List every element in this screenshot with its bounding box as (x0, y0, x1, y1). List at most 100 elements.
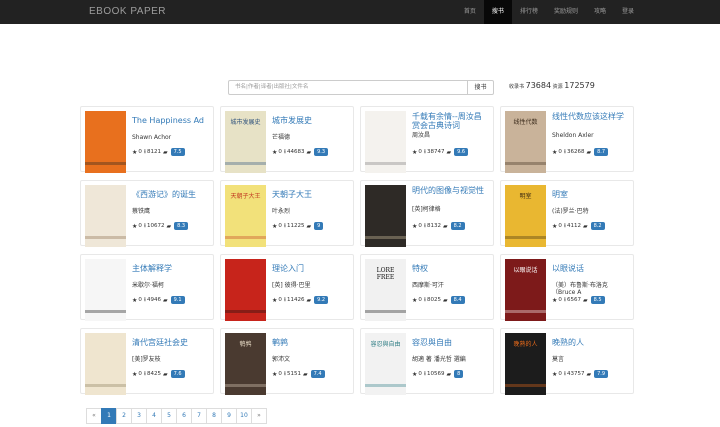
book-cover[interactable]: 线性代数 (505, 111, 546, 173)
book-card[interactable]: 明室 明室 (法)罗兰·巴特 ★ 0 ⭳ 4112 ▰ 8.2 (500, 180, 634, 247)
nav-rankings[interactable]: 排行榜 (512, 0, 546, 24)
book-card[interactable]: 《西游记》的诞生 蔡铁鹰 ★ 0 ⭳ 10672 ▰ 8.3 (80, 180, 214, 247)
pagination-page[interactable]: 6 (176, 408, 192, 424)
book-cover[interactable] (225, 259, 266, 321)
pagination-page[interactable]: 2 (116, 408, 132, 424)
book-cover-stripe (505, 384, 546, 387)
book-title-link[interactable]: 天朝子大王 (272, 190, 349, 199)
book-title-link[interactable]: 主体解释学 (132, 264, 209, 273)
star-icon: ★ (412, 148, 418, 156)
book-cover[interactable] (365, 185, 406, 247)
book-title-link[interactable]: 明代的图像与视觉性 (412, 186, 489, 195)
download-count: 10672 (147, 223, 165, 229)
pagination-page[interactable]: 3 (131, 408, 147, 424)
search-button[interactable]: 搜书 (467, 80, 494, 95)
book-card[interactable]: 主体解释学 米歇尔·福柯 ★ 0 ⭳ 4946 ▰ 9.1 (80, 254, 214, 321)
brand-logo[interactable]: EBOOK PAPER (89, 6, 166, 17)
book-title-link[interactable]: 清代宫廷社会史 (132, 338, 209, 347)
star-icon: ★ (552, 296, 558, 304)
book-card[interactable]: 天朝子大王 天朝子大王 叶永烈 ★ 0 ⭳ 11225 ▰ 9 (220, 180, 354, 247)
book-cover[interactable]: 天朝子大王 (225, 185, 266, 247)
book-card[interactable]: LORE FREE 特权 西摩斯·可汗 ★ 0 ⭳ 8025 ▰ 8.4 (360, 254, 494, 321)
book-cover[interactable]: 容忍與自由 (365, 333, 406, 395)
download-icon: ⭳ (563, 296, 566, 303)
pagination-next[interactable]: » (251, 408, 267, 424)
comment-icon: ▰ (443, 222, 448, 230)
book-title-link[interactable]: 理论入门 (272, 264, 349, 273)
book-title-link[interactable]: 《西游记》的诞生 (132, 190, 209, 199)
book-card[interactable]: 容忍與自由 容忍與自由 胡適 著 潘光哲 選編 ★ 0 ⭳ 10569 ▰ 8 (360, 328, 494, 395)
pagination-page[interactable]: 4 (146, 408, 162, 424)
book-title-link[interactable]: 特权 (412, 264, 489, 273)
book-card[interactable]: 千载有余情--周汝昌赏会古典诗词 周汝昌 ★ 0 ⭳ 38747 ▰ 9.6 (360, 106, 494, 173)
nav-login[interactable]: 登录 (614, 0, 642, 24)
download-icon: ⭳ (563, 370, 566, 377)
comment-icon: ▰ (446, 370, 452, 378)
pagination-page[interactable]: 1 (101, 408, 117, 424)
book-title-link[interactable]: 容忍與自由 (412, 338, 489, 347)
book-author: [美]罗友枝 (132, 356, 161, 363)
book-cover[interactable] (365, 111, 406, 173)
book-title-link[interactable]: 以眼说话 (552, 264, 629, 273)
book-cover[interactable]: 城市发展史 (225, 111, 266, 173)
comment-icon: ▰ (163, 296, 168, 304)
book-cover-stripe (225, 384, 266, 387)
book-card[interactable]: 鹌鹑 鹌鹑 郭沛文 ★ 0 ⭳ 5151 ▰ 7.4 (220, 328, 354, 395)
book-title-link[interactable]: 城市发展史 (272, 116, 349, 125)
star-icon: ★ (412, 296, 418, 304)
book-cover-stripe (225, 236, 266, 239)
book-card[interactable]: 理论入门 [英] 彼得·巴里 ★ 0 ⭳ 11426 ▰ 9.2 (220, 254, 354, 321)
book-cover[interactable] (85, 259, 126, 321)
book-title-link[interactable]: 线性代数应该这样学 (552, 112, 629, 121)
comment-icon: ▰ (583, 222, 588, 230)
book-title-link[interactable]: 鹌鹑 (272, 338, 349, 347)
book-title-link[interactable]: 晚熟的人 (552, 338, 629, 347)
nav-home[interactable]: 首页 (456, 0, 484, 24)
book-cover[interactable]: 晚熟的人 (505, 333, 546, 395)
book-cover-stripe (505, 162, 546, 165)
rating-badge: 9.3 (314, 148, 329, 156)
book-author: 芒福德 (272, 134, 291, 141)
collected-count: 73684 (525, 81, 552, 90)
book-cover[interactable]: LORE FREE (365, 259, 406, 321)
book-card[interactable]: 晚熟的人 晚熟的人 莫言 ★ 0 ⭳ 43757 ▰ 7.9 (500, 328, 634, 395)
book-card[interactable]: 以眼说话 以眼说话 （美）布鲁斯·布洛克（Bruce A ★ 0 ⭳ 6567 ▰ 8.5 (500, 254, 634, 321)
book-meta: ★ 0 ⭳ 36268 ▰ 8.7 (552, 147, 609, 157)
book-cover[interactable] (85, 111, 126, 173)
book-cover[interactable]: 以眼说话 (505, 259, 546, 321)
star-icon: ★ (132, 222, 138, 230)
book-cover[interactable]: 明室 (505, 185, 546, 247)
book-title-link[interactable]: The Happiness Ad (132, 116, 209, 125)
download-icon: ⭳ (283, 222, 286, 229)
pagination-page[interactable]: 5 (161, 408, 177, 424)
rating-badge: 8.4 (450, 296, 465, 304)
pagination-page[interactable]: 9 (221, 408, 237, 424)
nav-reward-rules[interactable]: 奖励规则 (546, 0, 586, 24)
rating-badge: 9.6 (454, 148, 469, 156)
book-cover[interactable] (85, 333, 126, 395)
nav-search-books[interactable]: 搜书 (483, 0, 512, 24)
book-cover-text: 天朝子大王 (230, 193, 261, 200)
nav-guide[interactable]: 攻略 (586, 0, 614, 24)
pagination-page[interactable]: 8 (206, 408, 222, 424)
book-meta: ★ 0 ⭳ 4112 ▰ 8.2 (552, 221, 605, 231)
book-meta: ★ 0 ⭳ 11426 ▰ 9.2 (272, 295, 329, 305)
star-count: 0 (278, 223, 282, 229)
star-icon: ★ (272, 222, 278, 230)
book-card[interactable]: 城市发展史 城市发展史 芒福德 ★ 0 ⭳ 44683 ▰ 9.3 (220, 106, 354, 173)
book-cover[interactable] (85, 185, 126, 247)
book-cover[interactable]: 鹌鹑 (225, 333, 266, 395)
book-title-link[interactable]: 千载有余情--周汝昌赏会古典诗词 (412, 112, 489, 130)
book-card[interactable]: 线性代数 线性代数应该这样学 Sheldon Axler ★ 0 ⭳ 36268 ▰ 8.7 (500, 106, 634, 173)
star-icon: ★ (132, 296, 138, 304)
pagination-page[interactable]: 10 (236, 408, 252, 424)
pagination-prev[interactable]: « (86, 408, 102, 424)
book-card[interactable]: The Happiness Ad Shawn Achor ★ 0 ⭳ 8121 ▰ 7.5 (80, 106, 214, 173)
book-title-link[interactable]: 明室 (552, 190, 629, 199)
download-icon: ⭳ (143, 296, 146, 303)
star-icon: ★ (412, 370, 418, 378)
pagination-page[interactable]: 7 (191, 408, 207, 424)
book-card[interactable]: 明代的图像与视觉性 [英]柯律格 ★ 0 ⭳ 8132 ▰ 8.2 (360, 180, 494, 247)
search-input[interactable]: 书名|作者|译者|出版社|文件名 (228, 80, 468, 95)
book-card[interactable]: 清代宫廷社会史 [美]罗友枝 ★ 0 ⭳ 8425 ▰ 7.6 (80, 328, 214, 395)
